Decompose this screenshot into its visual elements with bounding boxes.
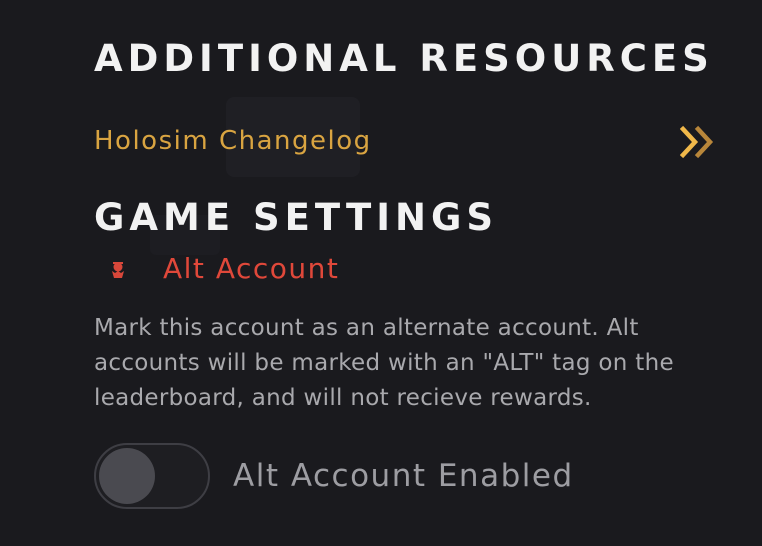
alt-account-toggle[interactable] [94, 443, 210, 509]
alt-account-description: Mark this account as an alternate accoun… [94, 315, 674, 411]
holosim-changelog-link[interactable]: Holosim Changelog [94, 122, 720, 162]
toggle-knob [99, 448, 155, 504]
double-chevron-right-icon [680, 125, 714, 159]
holosim-changelog-label: Holosim Changelog [94, 126, 372, 156]
alt-account-toggle-label: Alt Account Enabled [233, 458, 574, 494]
game-settings-heading: GAME SETTINGS [94, 196, 498, 239]
alt-account-icon [112, 262, 124, 278]
settings-page: ADDITIONAL RESOURCES Holosim Changelog G… [0, 0, 762, 546]
alt-account-toggle-row: Alt Account Enabled [94, 443, 694, 513]
additional-resources-heading: ADDITIONAL RESOURCES [94, 37, 714, 80]
alt-account-setting-name: Alt Account [163, 252, 340, 285]
